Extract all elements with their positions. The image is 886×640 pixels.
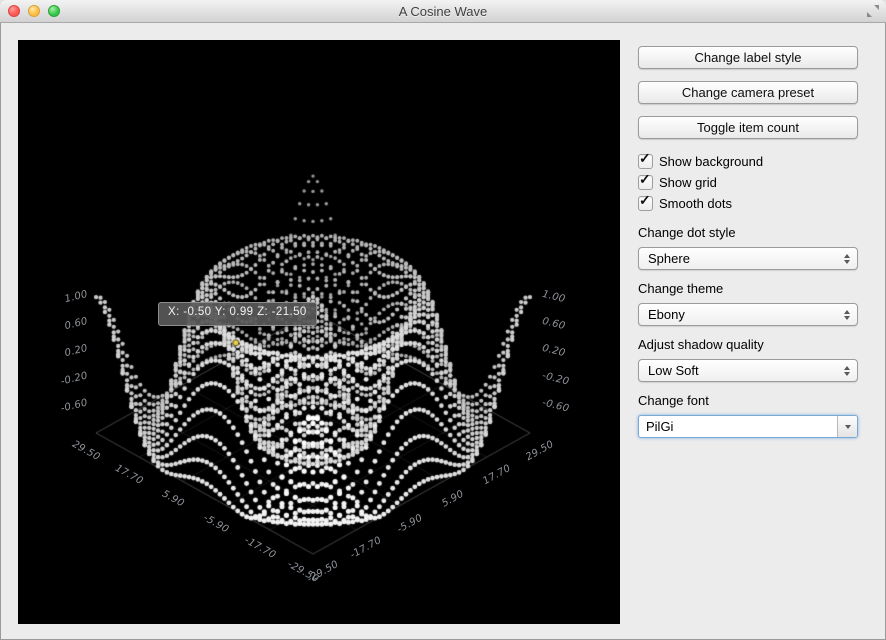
titlebar: A Cosine Wave xyxy=(0,0,886,23)
font-combo-input[interactable] xyxy=(639,416,837,437)
chevron-up-down-icon xyxy=(844,254,850,264)
minimize-button[interactable] xyxy=(28,5,40,17)
close-button[interactable] xyxy=(8,5,20,17)
checkmark-icon: ✓ xyxy=(639,171,651,188)
smooth-dots-checkbox[interactable]: ✓ Smooth dots xyxy=(638,193,858,214)
toggle-item-count-button[interactable]: Toggle item count xyxy=(638,116,858,139)
selection-tooltip: X: -0.50 Y: 0.99 Z: -21.50 xyxy=(158,302,317,326)
checkbox-box: ✓ xyxy=(638,154,653,169)
checkbox-box: ✓ xyxy=(638,196,653,211)
selected-value: Ebony xyxy=(648,307,844,322)
shadow-quality-label: Adjust shadow quality xyxy=(638,337,858,352)
dot-style-label: Change dot style xyxy=(638,225,858,240)
checkbox-label: Show background xyxy=(659,154,763,169)
show-background-checkbox[interactable]: ✓ Show background xyxy=(638,151,858,172)
checkbox-label: Show grid xyxy=(659,175,717,190)
checkmark-icon: ✓ xyxy=(639,192,651,209)
font-label: Change font xyxy=(638,393,858,408)
font-combobox[interactable] xyxy=(638,415,858,438)
selected-value: Low Soft xyxy=(648,363,844,378)
chevron-down-icon xyxy=(845,425,851,429)
checkbox-box: ✓ xyxy=(638,175,653,190)
checkmark-icon: ✓ xyxy=(639,150,651,167)
checkbox-group: ✓ Show background ✓ Show grid ✓ Smooth d… xyxy=(638,151,858,214)
chevron-up-down-icon xyxy=(844,310,850,320)
theme-select[interactable]: Ebony xyxy=(638,303,858,326)
fullscreen-icon[interactable] xyxy=(866,4,880,18)
window-title: A Cosine Wave xyxy=(0,4,886,19)
selected-value: Sphere xyxy=(648,251,844,266)
window-controls xyxy=(8,5,60,17)
zoom-button[interactable] xyxy=(48,5,60,17)
chevron-up-down-icon xyxy=(844,366,850,376)
shadow-quality-select[interactable]: Low Soft xyxy=(638,359,858,382)
change-label-style-button[interactable]: Change label style xyxy=(638,46,858,69)
dot-style-select[interactable]: Sphere xyxy=(638,247,858,270)
show-grid-checkbox[interactable]: ✓ Show grid xyxy=(638,172,858,193)
scatter-3d-view[interactable]: 1.000.600.20-0.20-0.601.000.600.20-0.20-… xyxy=(18,40,620,624)
scatter-canvas[interactable] xyxy=(18,40,620,624)
change-camera-preset-button[interactable]: Change camera preset xyxy=(638,81,858,104)
combo-dropdown-button[interactable] xyxy=(837,416,857,437)
control-panel: Change label style Change camera preset … xyxy=(638,46,858,438)
app-window: A Cosine Wave 1.000.600.20-0.20-0.601.00… xyxy=(0,0,886,640)
checkbox-label: Smooth dots xyxy=(659,196,732,211)
theme-label: Change theme xyxy=(638,281,858,296)
